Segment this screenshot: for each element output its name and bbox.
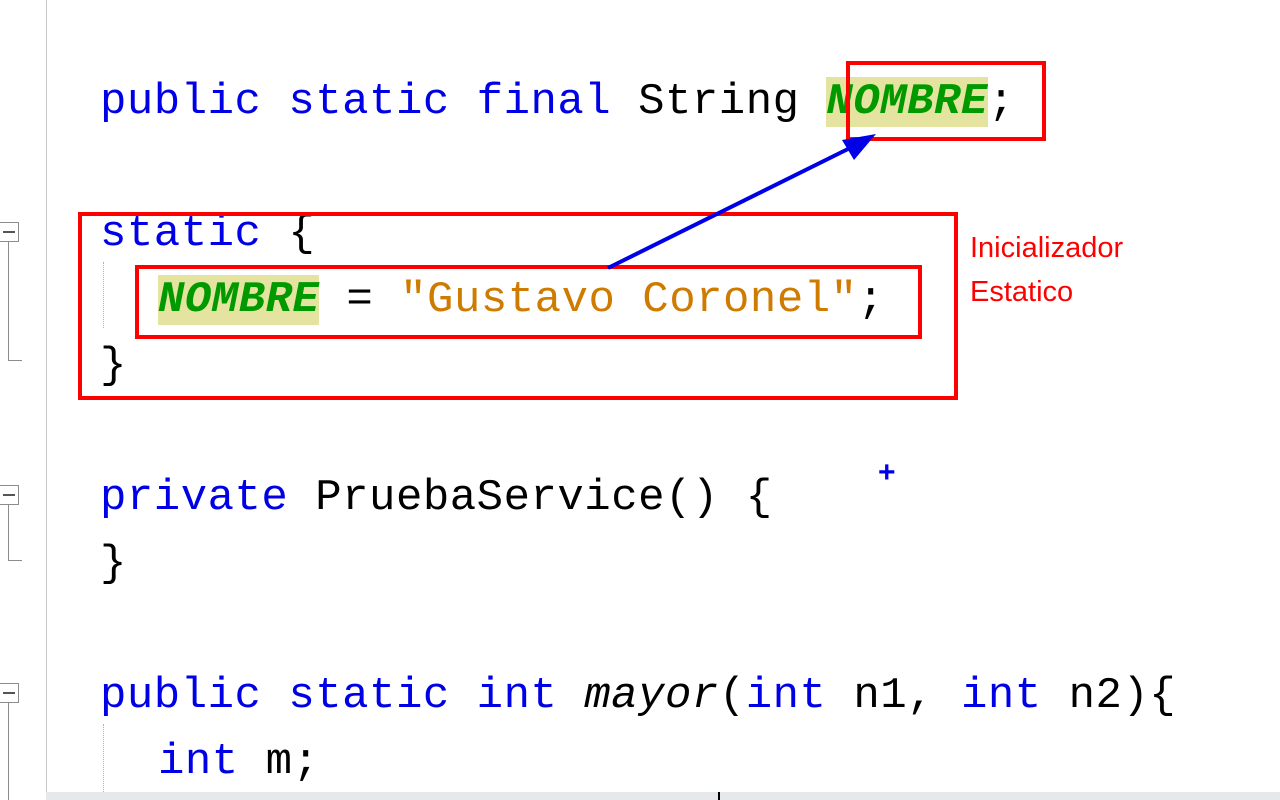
code-text: PruebaService() { bbox=[288, 473, 773, 523]
code-line-6: } bbox=[100, 538, 127, 590]
indent-guide bbox=[103, 724, 104, 800]
highlight-box-constant bbox=[846, 61, 1046, 141]
fold-line bbox=[8, 505, 9, 560]
code-line-8: int m; bbox=[158, 736, 319, 788]
fold-line bbox=[8, 242, 9, 360]
horizontal-scrollbar[interactable] bbox=[46, 792, 1280, 800]
keyword: public static final bbox=[100, 77, 612, 127]
fold-end bbox=[8, 360, 22, 361]
code-text: n1, bbox=[826, 671, 961, 721]
annotation-label-line1: Inicializador bbox=[970, 232, 1124, 264]
code-text: } bbox=[100, 539, 127, 589]
keyword: int bbox=[745, 671, 827, 721]
fold-line bbox=[8, 703, 9, 800]
annotation-label: Inicializador Estatico bbox=[970, 226, 1123, 314]
code-text: m; bbox=[238, 737, 320, 787]
method-name: mayor bbox=[584, 671, 719, 721]
highlight-box-assignment bbox=[135, 265, 922, 339]
code-line-7: public static int mayor(int n1, int n2){ bbox=[100, 670, 1176, 722]
code-line-5: private PruebaService() { bbox=[100, 472, 773, 524]
annotation-label-line2: Estatico bbox=[970, 276, 1074, 308]
code-text: n2){ bbox=[1041, 671, 1177, 721]
type-name: String bbox=[611, 77, 827, 127]
editor-gutter bbox=[0, 0, 47, 800]
plus-icon: + bbox=[878, 456, 896, 489]
text-caret bbox=[718, 792, 720, 800]
fold-toggle-constructor[interactable] bbox=[0, 485, 19, 505]
fold-end bbox=[8, 560, 22, 561]
keyword: private bbox=[100, 473, 289, 523]
keyword: int bbox=[158, 737, 239, 787]
code-text: ( bbox=[718, 671, 746, 721]
keyword: int bbox=[960, 671, 1042, 721]
fold-toggle-method-mayor[interactable] bbox=[0, 683, 19, 703]
fold-toggle-static-block[interactable] bbox=[0, 222, 19, 242]
keyword: public static int bbox=[100, 671, 558, 721]
